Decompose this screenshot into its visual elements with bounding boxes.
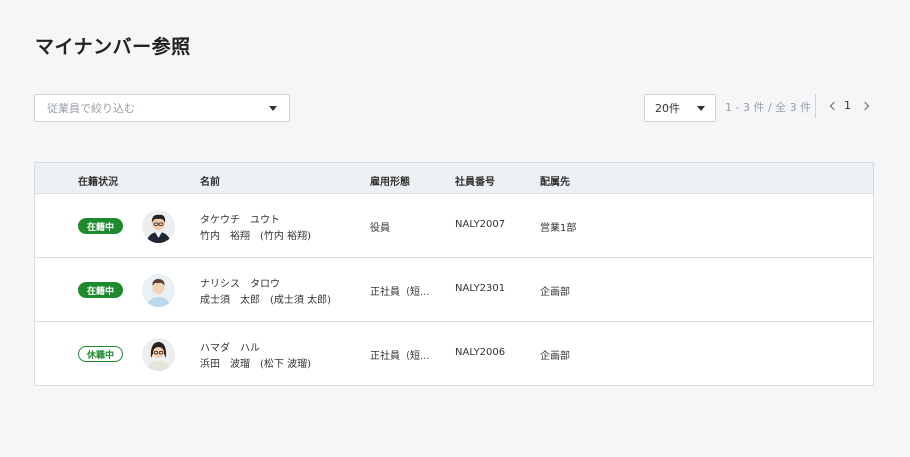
employee-number: NALY2301 bbox=[455, 283, 506, 294]
department: 営業1部 bbox=[540, 223, 577, 234]
table-row[interactable]: 在籍中 ナリシス タロウ 成士須 太郎 (成士須 太郎) 正社員（短... NA… bbox=[35, 258, 873, 322]
employment-type: 正社員（短... bbox=[370, 287, 430, 298]
employee-table: 在籍状況 名前 雇用形態 社員番号 配属先 在籍中 タケウチ ユウト 竹内 裕翔… bbox=[34, 162, 874, 386]
avatar bbox=[142, 338, 175, 371]
chevron-right-icon bbox=[860, 101, 870, 111]
header-employee-no: 社員番号 bbox=[455, 177, 495, 188]
next-page-button[interactable] bbox=[860, 99, 872, 113]
avatar bbox=[142, 274, 175, 307]
table-row[interactable]: 休職中 ハマダ ハル 浜田 波瑠 (松下 波瑠) 正社員（短... NALY20… bbox=[35, 322, 873, 386]
status-badge: 在籍中 bbox=[78, 282, 123, 298]
current-page-number[interactable]: 1 bbox=[844, 99, 851, 112]
avatar bbox=[142, 210, 175, 243]
header-employment: 雇用形態 bbox=[370, 177, 410, 188]
header-department: 配属先 bbox=[540, 177, 570, 188]
avatar-person-icon bbox=[142, 210, 175, 243]
chevron-left-icon bbox=[829, 101, 839, 111]
employee-filter-select[interactable]: 従業員で絞り込む bbox=[34, 94, 290, 122]
department: 企画部 bbox=[540, 287, 570, 298]
employee-filter-placeholder: 従業員で絞り込む bbox=[47, 102, 135, 115]
prev-page-button[interactable] bbox=[827, 99, 839, 113]
employee-name-kanji: 竹内 裕翔 (竹内 裕翔) bbox=[200, 231, 311, 242]
pagination-divider bbox=[815, 94, 816, 118]
table-row[interactable]: 在籍中 タケウチ ユウト 竹内 裕翔 (竹内 裕翔) 役員 NALY2007 営… bbox=[35, 194, 873, 258]
header-status: 在籍状況 bbox=[78, 177, 118, 188]
employee-number: NALY2007 bbox=[455, 219, 506, 230]
employee-name-kanji: 成士須 太郎 (成士須 太郎) bbox=[200, 295, 331, 306]
caret-down-icon bbox=[697, 105, 705, 111]
caret-down-icon bbox=[269, 105, 277, 111]
table-header: 在籍状況 名前 雇用形態 社員番号 配属先 bbox=[35, 163, 873, 194]
pagination-range: 1 - 3 件 / 全 3 件 bbox=[725, 101, 812, 114]
employee-name-kana: タケウチ ユウト bbox=[200, 215, 280, 226]
employee-name-kana: ナリシス タロウ bbox=[200, 279, 280, 290]
employee-name-kana: ハマダ ハル bbox=[200, 343, 260, 354]
employee-name-kanji: 浜田 波瑠 (松下 波瑠) bbox=[200, 359, 311, 370]
page-title: マイナンバー参照 bbox=[35, 36, 191, 58]
department: 企画部 bbox=[540, 351, 570, 362]
per-page-select[interactable]: 20件 bbox=[644, 94, 716, 122]
employee-number: NALY2006 bbox=[455, 347, 506, 358]
status-badge: 休職中 bbox=[78, 346, 123, 362]
employment-type: 正社員（短... bbox=[370, 351, 430, 362]
status-badge: 在籍中 bbox=[78, 218, 123, 234]
mynumber-page: マイナンバー参照 従業員で絞り込む 20件 1 - 3 件 / 全 3 件 1 … bbox=[0, 0, 910, 457]
employment-type: 役員 bbox=[370, 223, 390, 234]
avatar-person-icon bbox=[142, 274, 175, 307]
per-page-value: 20件 bbox=[655, 102, 680, 115]
avatar-person-icon bbox=[142, 338, 175, 371]
header-name: 名前 bbox=[200, 177, 220, 188]
